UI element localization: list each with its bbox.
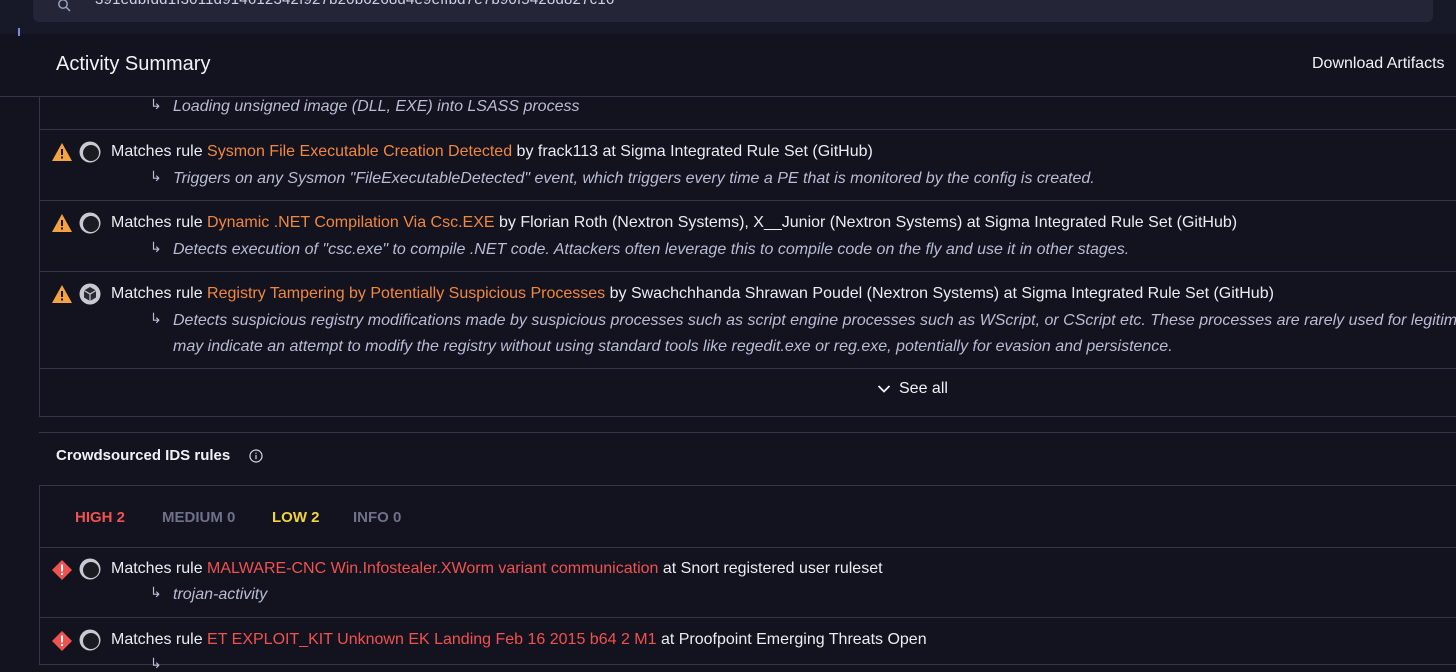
list-item: ↳ Loading unsigned image (DLL, EXE) into… xyxy=(40,96,1456,130)
sub-arrow-icon: ↳ xyxy=(150,168,162,184)
sub-arrow-icon: ↳ xyxy=(150,96,162,112)
warning-icon xyxy=(52,143,72,161)
see-all-button[interactable]: See all xyxy=(877,380,948,398)
list-item: Matches rule Sysmon File Executable Crea… xyxy=(40,130,1456,201)
tab-high[interactable]: HIGH 2 xyxy=(75,509,125,526)
cube-source-icon xyxy=(79,283,101,305)
ids-rules-header: Crowdsourced IDS rules xyxy=(39,432,1456,478)
proofpoint-source-icon xyxy=(79,629,101,651)
rule-description-continued: may indicate an attempt to modify the re… xyxy=(173,338,1173,355)
rule-description: Detects suspicious registry modification… xyxy=(173,312,1456,329)
tab-low[interactable]: LOW 2 xyxy=(272,509,320,526)
warning-icon xyxy=(52,285,72,303)
rule-description: Triggers on any Sysmon "FileExecutableDe… xyxy=(173,170,1095,187)
list-item: Matches rule Dynamic .NET Compilation Vi… xyxy=(40,201,1456,272)
sub-arrow-icon: ↳ xyxy=(150,239,162,255)
sigma-source-icon xyxy=(79,212,101,234)
rule-match-text: Matches rule MALWARE-CNC Win.Infostealer… xyxy=(111,560,883,577)
see-all-label: See all xyxy=(899,380,948,397)
list-item: Matches rule Registry Tampering by Poten… xyxy=(40,272,1456,369)
rule-match-text: Matches rule Dynamic .NET Compilation Vi… xyxy=(111,214,1238,231)
snort-source-icon xyxy=(79,558,101,580)
tab-info[interactable]: INFO 0 xyxy=(353,509,401,526)
rule-match-text: Matches rule Registry Tampering by Poten… xyxy=(111,285,1274,302)
list-item: Matches rule ET EXPLOIT_KIT Unknown EK L… xyxy=(40,618,1456,671)
sigma-source-icon xyxy=(79,141,101,163)
rule-link[interactable]: Dynamic .NET Compilation Via Csc.EXE xyxy=(207,214,495,231)
sub-arrow-icon: ↳ xyxy=(150,310,162,326)
rule-description: Loading unsigned image (DLL, EXE) into L… xyxy=(173,98,580,115)
rule-link[interactable]: ET EXPLOIT_KIT Unknown EK Landing Feb 16… xyxy=(207,631,656,648)
high-severity-icon xyxy=(52,631,72,651)
tab-medium[interactable]: MEDIUM 0 xyxy=(162,509,235,526)
warning-icon xyxy=(52,214,72,232)
search-input[interactable]: 391edbfdd1f3011d914612342f927b20b6268d4e… xyxy=(33,0,1433,22)
rule-match-text: Matches rule ET EXPLOIT_KIT Unknown EK L… xyxy=(111,631,927,648)
rule-match-text: Matches rule Sysmon File Executable Crea… xyxy=(111,143,873,160)
rule-link[interactable]: Registry Tampering by Potentially Suspic… xyxy=(207,285,605,302)
sub-arrow-icon: ↳ xyxy=(150,584,162,600)
info-icon[interactable] xyxy=(249,449,263,463)
rule-link[interactable]: Sysmon File Executable Creation Detected xyxy=(207,143,512,160)
download-artifacts-button[interactable]: Download Artifacts xyxy=(1312,55,1445,73)
high-severity-icon xyxy=(52,560,72,580)
severity-tabs: HIGH 2 MEDIUM 0 LOW 2 INFO 0 xyxy=(40,486,1456,548)
search-icon xyxy=(58,0,71,12)
rule-description: trojan-activity xyxy=(173,586,268,603)
chevron-down-icon xyxy=(877,385,891,393)
page-title: Activity Summary xyxy=(56,53,211,75)
activity-summary-header: Activity Summary Download Artifacts xyxy=(0,36,1456,97)
top-bar: 391edbfdd1f3011d914612342f927b20b6268d4e… xyxy=(0,0,1456,34)
list-item: Matches rule MALWARE-CNC Win.Infostealer… xyxy=(40,547,1456,618)
search-value: 391edbfdd1f3011d914612342f927b20b6268d4e… xyxy=(95,0,614,8)
rule-link[interactable]: MALWARE-CNC Win.Infostealer.XWorm varian… xyxy=(207,560,658,577)
sub-arrow-icon: ↳ xyxy=(150,655,162,671)
rule-description: Detects execution of "csc.exe" to compil… xyxy=(173,241,1130,258)
section-title: Crowdsourced IDS rules xyxy=(56,447,231,464)
